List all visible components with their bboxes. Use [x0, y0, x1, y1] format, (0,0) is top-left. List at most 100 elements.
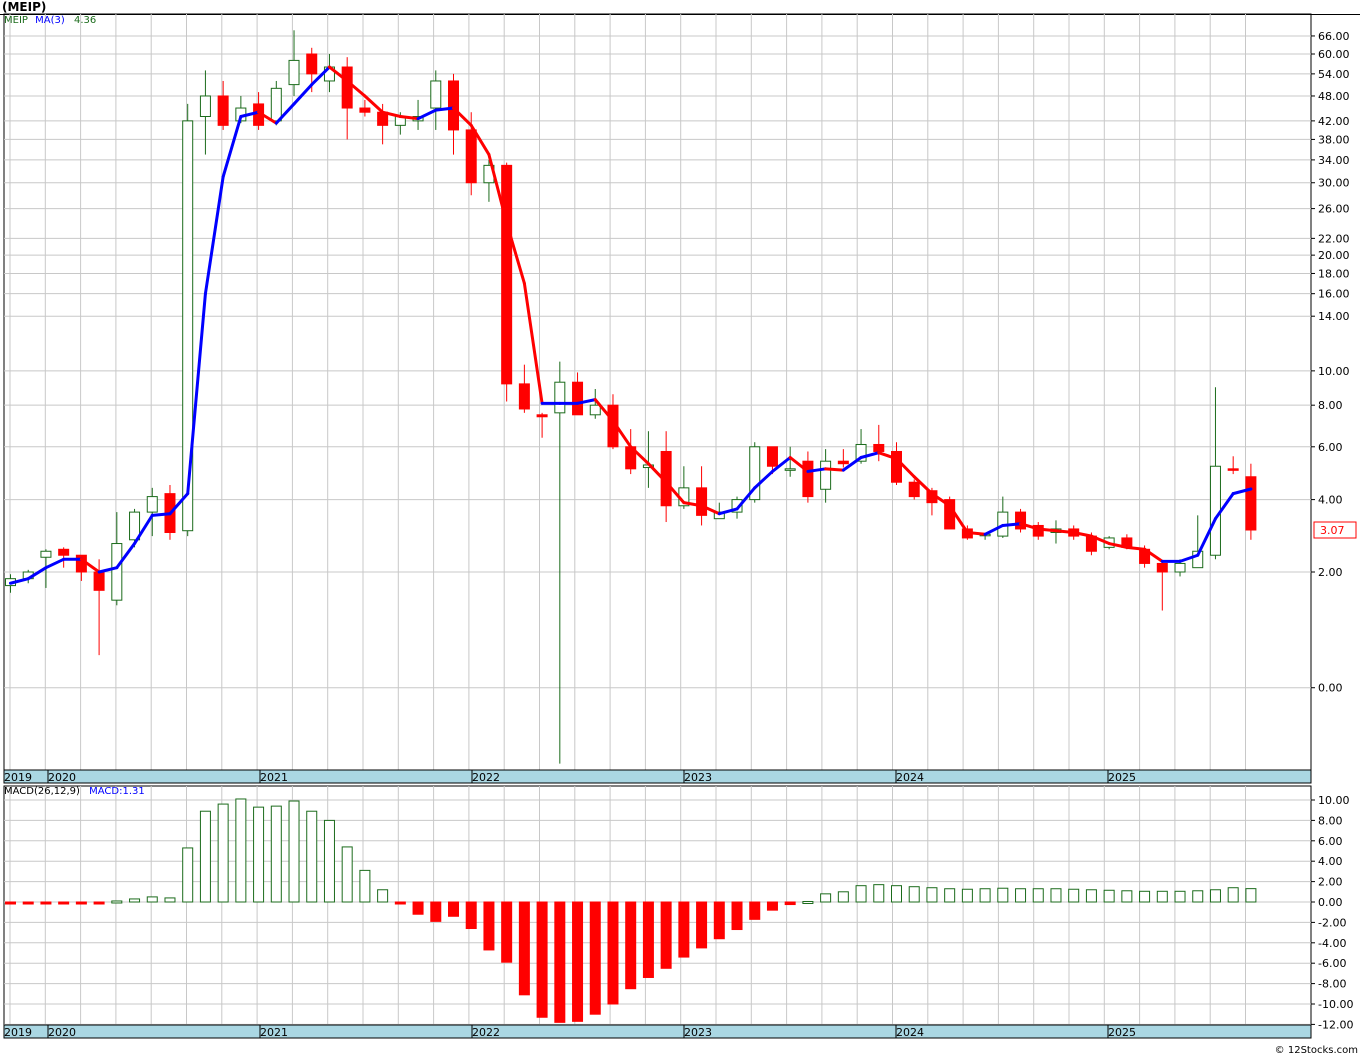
candle-body [111, 543, 123, 601]
macd-bar [536, 901, 548, 1018]
price-legend: MEIP MA(3) 4.36 [4, 15, 96, 26]
macd-bar [199, 810, 211, 903]
price-tick-label: 48.00 [1318, 90, 1350, 103]
candle-body [802, 460, 814, 498]
macd-bar [501, 901, 513, 963]
macd-bar [1209, 889, 1221, 903]
macd-bar [1015, 888, 1027, 903]
macd-tick-label: -10.00 [1318, 998, 1353, 1011]
macd-bar [430, 901, 442, 922]
macd-bar [235, 798, 247, 903]
candle-body [696, 487, 708, 516]
macd-bar [1192, 890, 1204, 903]
macd-bar [625, 901, 637, 990]
macd-tick-label: 4.00 [1318, 855, 1343, 868]
ma-line-segment [434, 106, 455, 112]
price-tick-label: 66.00 [1318, 30, 1350, 43]
macd-bar [1245, 888, 1257, 903]
macd-bar [164, 897, 176, 903]
candle-body [766, 446, 778, 467]
macd-bar [359, 869, 371, 903]
ma-line-segment [824, 467, 845, 472]
macd-bar [306, 810, 318, 903]
macd-tick-label: 10.00 [1318, 794, 1350, 807]
legend-macd-value: MACD:1.31 [89, 786, 145, 797]
macd-bar [1121, 890, 1133, 903]
candle-body [1156, 562, 1168, 573]
price-tick-label: 20.00 [1318, 249, 1350, 262]
macd-panel: 10.00 8.00 6.00 4.00 2.00 0.00 -2.00 -4.00 -6.00… [3, 785, 1353, 1039]
macd-bar [855, 885, 867, 903]
macd-tick-label: -2.00 [1318, 916, 1346, 929]
price-tick-label: 30.00 [1318, 177, 1350, 190]
macd-bar [784, 901, 796, 906]
ma-line-segment [1054, 529, 1076, 534]
macd-tick-label: -8.00 [1318, 978, 1346, 991]
top-border [0, 14, 1360, 15]
candle-body [93, 571, 105, 591]
macd-bar [1103, 889, 1115, 903]
macd-bar [802, 900, 814, 904]
candle-body [448, 80, 459, 131]
candle-body [1015, 511, 1027, 530]
macd-bar [607, 901, 619, 1005]
macd-bar [678, 901, 690, 958]
price-plot-area [3, 13, 1312, 771]
legend-ma-value: 4.36 [73, 15, 97, 26]
price-tick-label: 34.00 [1318, 154, 1350, 167]
macd-tick-label: 2.00 [1318, 876, 1343, 889]
macd-bar [93, 901, 105, 905]
macd-tick-label: 8.00 [1318, 814, 1343, 827]
stock-chart: 66.00 60.00 54.00 48.00 42.00 38.00 34.00 30.00… [0, 13, 1360, 1039]
year-tick-label: 2019 [4, 1026, 32, 1039]
macd-bar [554, 901, 566, 1023]
year-tick-label: 2024 [896, 1026, 924, 1039]
macd-bar [465, 901, 477, 930]
macd-bar [979, 888, 991, 903]
macd-bar [270, 805, 282, 903]
year-tick-label: 2023 [684, 1026, 712, 1039]
macd-bar [377, 889, 389, 903]
macd-bar [926, 887, 938, 903]
year-tick-label: 2021 [260, 771, 288, 784]
macd-bar [572, 901, 584, 1022]
macd-bar [111, 900, 123, 904]
candle-body [820, 460, 832, 490]
candle-body [572, 381, 584, 416]
macd-bar [253, 806, 265, 903]
candle-body [270, 87, 282, 122]
candle-body [306, 53, 318, 75]
price-tick-label: 54.00 [1318, 68, 1350, 81]
price-tick-label: 0.00 [1318, 682, 1343, 695]
macd-tick-label: -6.00 [1318, 957, 1346, 970]
price-tick-label: 22.00 [1318, 232, 1350, 245]
macd-tick-label: -12.00 [1318, 1018, 1353, 1031]
candle-body [589, 404, 601, 416]
macd-bar [394, 901, 406, 905]
candle-body [784, 468, 796, 471]
price-tick-label: 2.00 [1318, 566, 1343, 579]
price-tick-label: 10.00 [1318, 365, 1350, 378]
year-tick-label: 2025 [1108, 1026, 1136, 1039]
candle-body [837, 460, 849, 465]
macd-bar [1068, 888, 1080, 903]
macd-bar [341, 846, 353, 903]
macd-bar [820, 893, 832, 903]
macd-tick-label: 0.00 [1318, 896, 1343, 909]
macd-bar [217, 803, 229, 903]
year-tick-label: 2023 [684, 771, 712, 784]
year-tick-label: 2025 [1108, 771, 1136, 784]
candle-body [430, 80, 442, 109]
year-tick-label: 2024 [896, 771, 924, 784]
candle-body [908, 481, 920, 498]
ma-line-segment [1001, 522, 1023, 527]
macd-legend: MACD(26,12,9) MACD:1.31 [4, 786, 145, 797]
macd-bar [288, 800, 300, 903]
macd-bar [1085, 889, 1097, 903]
candle-body [501, 164, 513, 385]
candle-body [1209, 465, 1221, 556]
macd-bar [146, 896, 158, 903]
macd-bar [944, 888, 956, 903]
price-tick-label: 42.00 [1318, 115, 1350, 128]
candle-body [288, 59, 300, 86]
